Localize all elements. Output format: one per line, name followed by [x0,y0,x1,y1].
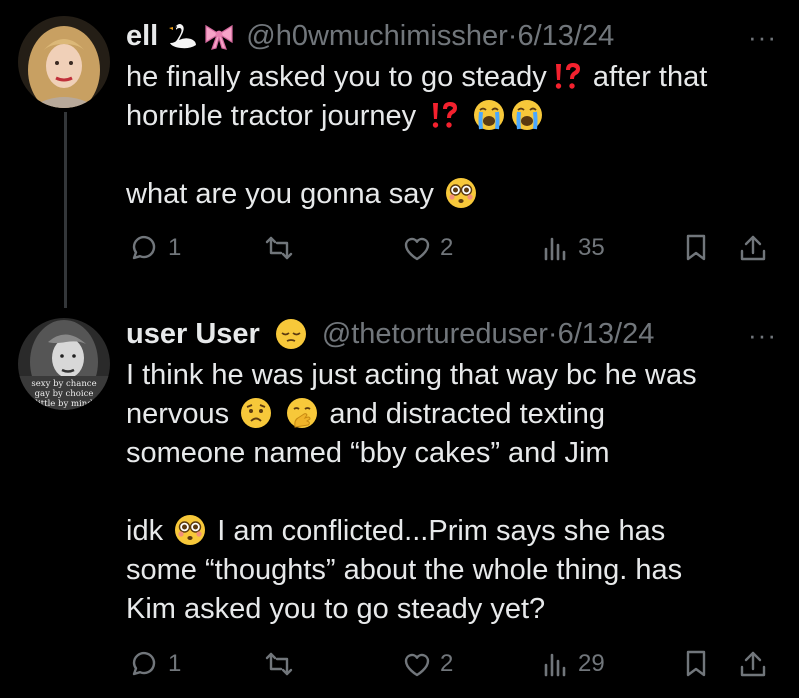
tweet-text: he finally asked you to go steady after … [126,58,771,214]
share-icon [740,235,766,261]
tweet-text-line: he finally asked you to go steady [126,61,547,93]
like-count: 2 [440,650,454,677]
tweet-text-line: after that [592,61,708,93]
share-button[interactable] [738,228,768,268]
like-button[interactable]: 2 [402,644,453,684]
timestamp[interactable]: 6/13/24 [558,318,655,351]
avatar-caption: sexy by chance [31,379,96,389]
tweet-header: ell @h0wmuchimissher · 6/13/24 [126,16,769,56]
views-icon [544,237,566,261]
tweet-text-line: some “thoughts” about the whole thing. h… [126,554,683,586]
more-icon[interactable]: ··· [748,22,777,53]
retweet-icon [265,652,293,676]
like-icon [404,237,430,261]
bookmark-icon [686,234,706,261]
reply-button[interactable]: 1 [130,228,181,268]
tweet-text-line: nervous [126,398,230,430]
view-count: 35 [578,234,605,261]
like-icon [404,653,430,677]
crying-face-icon [511,99,544,131]
avatar[interactable]: sexy by chance gay by choice little by m… [18,318,110,410]
tweet-2[interactable]: sexy by chance gay by choice little by m… [0,306,799,698]
tweet-text-line: Kim asked you to go steady yet? [126,593,546,625]
tweet-text-line: idk [126,515,164,547]
more-icon[interactable]: ··· [748,320,777,351]
crying-face-icon [473,99,506,131]
avatar-caption: gay by choice [35,389,94,399]
avatar-caption: little by mind [35,399,93,409]
tweet-text-line: and distracted texting [329,398,606,430]
reply-icon [132,651,156,676]
retweet-icon [265,236,293,260]
tweet-text-line: what are you gonna say [126,178,434,210]
like-count: 2 [440,234,454,261]
tweet-1[interactable]: ell @h0wmuchimissher · 6/13/24 ··· he fi… [0,0,799,308]
display-name[interactable]: user User [126,318,260,351]
flushed-face-icon [445,177,477,209]
handle[interactable]: @thetortureduser [322,318,548,351]
separator: · [507,19,518,52]
reply-count: 1 [168,650,182,677]
retweet-button[interactable] [264,228,294,268]
handle[interactable]: @h0wmuchimissher [246,20,508,53]
retweet-button[interactable] [264,644,294,684]
thread-line [64,112,67,308]
exclamation-question-icon [555,63,580,89]
pensive-face-icon [274,318,307,350]
tweet-text-line: I am conflicted...Prim says she has [217,515,666,547]
ribbon-icon [205,24,233,50]
reply-icon [132,235,156,260]
tweet-text-line: horrible tractor journey [126,100,417,132]
tweet-actions: 1 2 29 [126,644,779,684]
reply-button[interactable]: 1 [130,644,181,684]
tweet-text-line: I think he was just acting that way bc h… [126,359,697,391]
swan-icon [169,24,197,49]
bookmark-icon [686,650,706,677]
separator: · [547,317,558,350]
flushed-face-icon [174,514,206,546]
view-count: 29 [578,650,605,677]
tweet-header: user User @thetortureduser · 6/13/24 [126,314,769,354]
display-name[interactable]: ell [126,20,158,53]
timestamp[interactable]: 6/13/24 [517,20,614,53]
tweet-text-line: someone named “bby cakes” and Jim [126,437,610,469]
hand-over-mouth-icon [286,397,319,429]
reply-count: 1 [168,234,182,261]
views-button[interactable]: 29 [540,644,605,684]
like-button[interactable]: 2 [402,228,453,268]
avatar[interactable] [18,16,110,108]
bookmark-button[interactable] [681,644,711,684]
tweet-text: I think he was just acting that way bc h… [126,356,771,629]
share-button[interactable] [738,644,768,684]
worried-face-icon [240,397,273,429]
views-button[interactable]: 35 [540,228,605,268]
tweet-actions: 1 2 35 [126,228,779,268]
share-icon [740,651,766,677]
bookmark-button[interactable] [681,228,711,268]
views-icon [544,653,566,677]
exclamation-question-icon [433,102,458,128]
